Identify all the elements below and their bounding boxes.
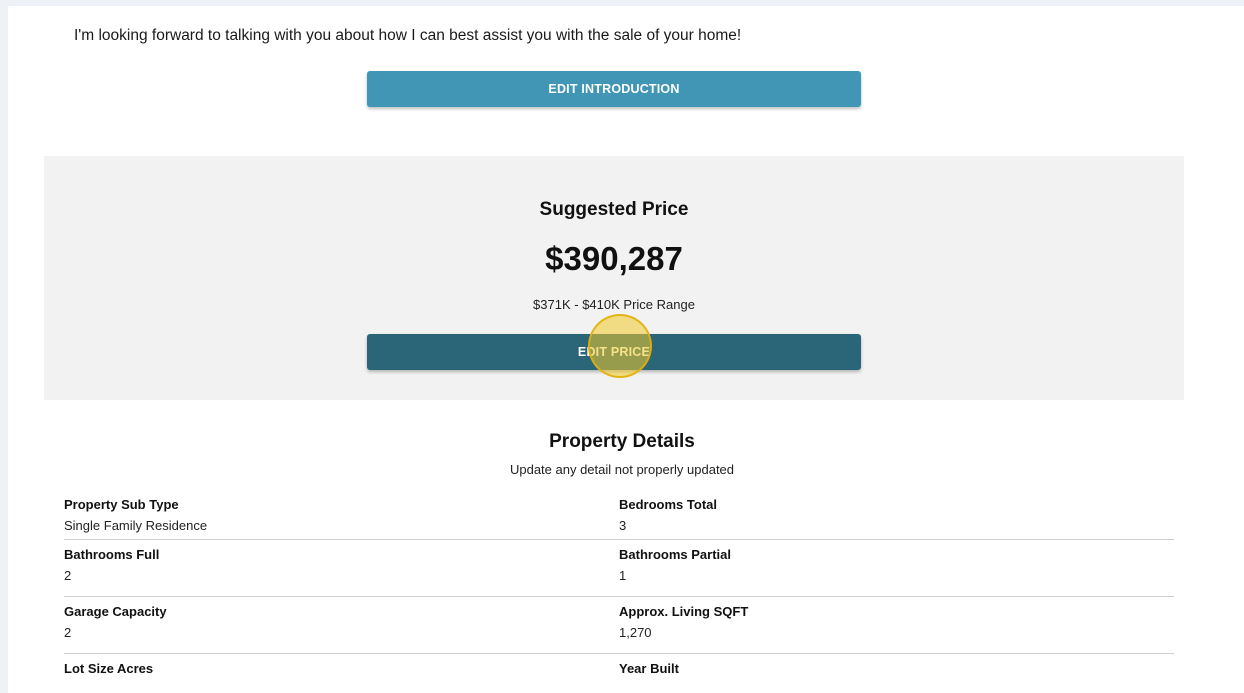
introduction-text: I'm looking forward to talking with you … [74,27,742,44]
detail-value: 3 [619,518,627,533]
edit-price-button[interactable]: EDIT PRICE [367,334,861,370]
detail-year-built[interactable]: Year Built [619,654,1174,693]
detail-label: Bedrooms Total [619,497,717,512]
detail-garage-capacity[interactable]: Garage Capacity 2 [64,597,619,653]
detail-label: Year Built [619,661,679,676]
edit-introduction-button[interactable]: EDIT INTRODUCTION [367,71,861,107]
detail-label: Garage Capacity [64,604,167,619]
suggested-price-value: $390,287 [545,240,683,277]
detail-label: Bathrooms Full [64,547,160,562]
details-row: Garage Capacity 2 Approx. Living SQFT 1,… [64,597,1174,654]
details-row: Bathrooms Full 2 Bathrooms Partial 1 [64,540,1174,597]
details-row: Property Sub Type Single Family Residenc… [64,490,1174,540]
detail-value: 2 [64,625,72,640]
detail-label: Lot Size Acres [64,661,154,676]
detail-label: Approx. Living SQFT [619,604,749,619]
detail-living-sqft[interactable]: Approx. Living SQFT 1,270 [619,597,1174,653]
detail-lot-size-acres[interactable]: Lot Size Acres [64,654,619,693]
price-range-text: $371K - $410K Price Range [533,297,695,312]
detail-value: 1,270 [619,625,652,640]
property-details-title: Property Details [549,431,695,452]
detail-bedrooms-total[interactable]: Bedrooms Total 3 [619,490,1174,539]
detail-bathrooms-full[interactable]: Bathrooms Full 2 [64,540,619,596]
detail-bathrooms-partial[interactable]: Bathrooms Partial 1 [619,540,1174,596]
suggested-price-panel: Suggested Price $390,287 $371K - $410K P… [44,156,1184,400]
detail-label: Bathrooms Partial [619,547,731,562]
property-details-subtitle: Update any detail not properly updated [509,462,735,477]
detail-value: Single Family Residence [64,518,208,533]
detail-value: 1 [619,568,627,583]
detail-property-sub-type[interactable]: Property Sub Type Single Family Residenc… [64,490,619,539]
suggested-price-title: Suggested Price [539,199,689,220]
property-details-grid: Property Sub Type Single Family Residenc… [64,490,1174,693]
detail-label: Property Sub Type [64,497,179,512]
page: I'm looking forward to talking with you … [8,6,1244,693]
details-row: Lot Size Acres Year Built [64,654,1174,693]
detail-value: 2 [64,568,72,583]
